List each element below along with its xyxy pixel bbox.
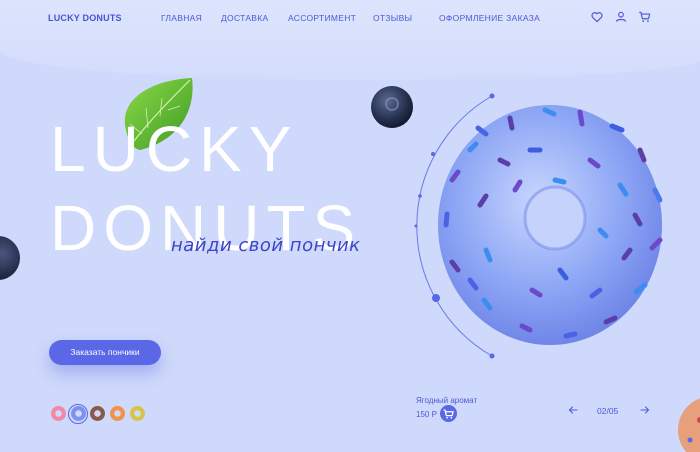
orbit-dot xyxy=(489,93,495,99)
heart-icon[interactable] xyxy=(590,10,604,24)
donut-image xyxy=(438,105,663,345)
pink-donut-thumb[interactable] xyxy=(51,406,66,421)
orbit-dot xyxy=(431,152,435,156)
orbit-dot xyxy=(414,224,418,228)
order-donuts-button[interactable]: Заказать пончики xyxy=(49,340,161,365)
hero-title-line1: LUCKY xyxy=(50,113,299,185)
nav-item-checkout[interactable]: ОФОРМЛЕНИЕ ЗАКАЗА xyxy=(439,13,540,23)
nav-item-reviews[interactable]: ОТЗЫВЫ xyxy=(373,13,412,23)
product-price: 150 Р xyxy=(416,410,437,419)
nav-item-home[interactable]: ГЛАВНАЯ xyxy=(161,13,202,23)
yellow-donut-thumb[interactable] xyxy=(130,406,145,421)
hero-tagline: найди свой пончик xyxy=(171,235,361,256)
logo[interactable]: LUCKY DONUTS xyxy=(48,13,122,23)
orange-donut-thumb[interactable] xyxy=(110,406,125,421)
orbit-dot xyxy=(432,294,440,302)
nav-item-assortment[interactable]: АССОРТИМЕНТ xyxy=(288,13,356,23)
product-name: Ягодный аромат xyxy=(416,396,478,405)
pager-indicator: 02/05 xyxy=(597,406,619,416)
orbit-dot xyxy=(418,194,422,198)
cart-icon xyxy=(443,409,454,419)
blue-donut-thumb[interactable] xyxy=(70,406,86,421)
header: LUCKY DONUTS ГЛАВНАЯ ДОСТАВКА АССОРТИМЕН… xyxy=(0,0,700,36)
nav-item-delivery[interactable]: ДОСТАВКА xyxy=(221,13,269,23)
arrow-right-icon[interactable] xyxy=(639,404,651,416)
donut-peek-right xyxy=(678,398,700,452)
blueberry-top xyxy=(371,86,413,128)
user-icon[interactable] xyxy=(614,10,628,24)
cart-icon[interactable] xyxy=(638,10,652,24)
chocolate-donut-thumb[interactable] xyxy=(90,406,105,421)
add-to-cart-button[interactable] xyxy=(440,405,457,422)
blueberry-left xyxy=(0,236,20,280)
orbit-dot xyxy=(489,353,495,359)
arrow-left-icon[interactable] xyxy=(567,404,579,416)
